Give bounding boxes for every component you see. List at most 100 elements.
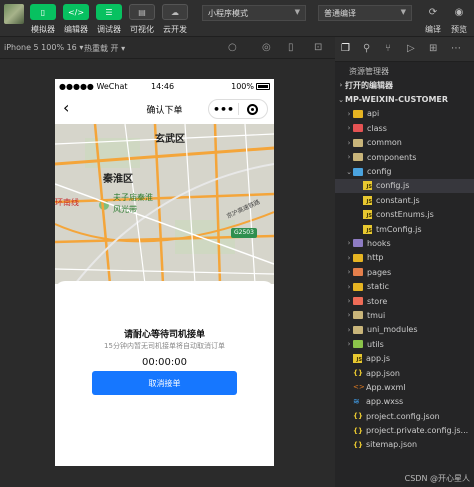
folder-icon xyxy=(353,297,363,306)
compile-select-value: 普通编译 xyxy=(324,9,356,18)
activity-bar: ❐ ⚲ ⑂ ▷ ⊞ ⋯ xyxy=(335,37,474,62)
xml-file-icon: <> xyxy=(353,383,365,392)
folder-icon xyxy=(353,124,363,133)
compile-select[interactable]: 普通编译 ▼ xyxy=(318,5,412,21)
tree-item-label: store xyxy=(367,296,388,306)
compile-button[interactable]: ⟳ 编译 xyxy=(424,4,442,35)
tree-item[interactable]: › class xyxy=(335,121,474,135)
tree-item[interactable]: {} sitemap.json xyxy=(335,438,474,452)
map-label-fuzimiao: 夫子庙秦淮 xyxy=(113,193,153,202)
phone-icon[interactable]: ▯ xyxy=(288,42,294,53)
tree-item-label: uni_modules xyxy=(367,325,418,335)
chevron-right-icon: › xyxy=(347,311,351,320)
tree-item[interactable]: › api xyxy=(335,107,474,121)
tree-item[interactable]: › static xyxy=(335,279,474,293)
close-capsule-button[interactable] xyxy=(239,103,267,115)
mini-program-capsule: ••• xyxy=(208,99,268,119)
tree-item-label: utils xyxy=(367,339,384,349)
stop-icon[interactable]: ◎ xyxy=(262,42,271,53)
tree-item[interactable]: ⌄ config xyxy=(335,164,474,178)
tree-item-label: app.js xyxy=(366,354,390,364)
tree-item[interactable]: JS app.js xyxy=(335,351,474,365)
tree-item-label: sitemap.json xyxy=(366,440,418,450)
simulator-label: 模拟器 xyxy=(31,25,55,34)
debugger-button[interactable]: ☰ 调试器 xyxy=(96,4,122,35)
chevron-down-icon: ▼ xyxy=(400,8,406,16)
visualize-button[interactable]: ▤ 可视化 xyxy=(129,4,155,35)
tree-item[interactable]: {} app.json xyxy=(335,366,474,380)
hot-reload-select[interactable]: 热重载 开 ▾ xyxy=(84,43,125,54)
tree-item[interactable]: <> App.wxml xyxy=(335,380,474,394)
target-icon xyxy=(247,103,259,115)
chevron-right-icon: › xyxy=(347,124,351,133)
countdown-timer: 00:00:00 xyxy=(142,357,187,368)
window-icon[interactable]: ⊡ xyxy=(314,42,322,53)
preview-button[interactable]: ◉ 预览 xyxy=(450,4,468,35)
chevron-right-icon: › xyxy=(347,282,351,291)
tree-item[interactable]: › tmui xyxy=(335,308,474,322)
eye-icon: ◉ xyxy=(454,6,464,18)
chevron-right-icon: › xyxy=(347,253,351,262)
tree-item[interactable]: {} project.private.config.js... xyxy=(335,423,474,437)
map-label-fengguang: 风光带 xyxy=(113,205,137,214)
project-section[interactable]: ⌄ MP-WEIXIN-CUSTOMER xyxy=(335,92,474,106)
layout-icon: ▤ xyxy=(129,4,155,20)
simulator-toolbar: iPhone 5 100% 16 ▾ 热重载 开 ▾ ○ ◎ ▯ ⊡ xyxy=(0,37,335,59)
folder-icon xyxy=(353,138,363,147)
folder-icon xyxy=(353,325,363,334)
files-icon[interactable]: ❐ xyxy=(341,43,350,54)
record-icon[interactable]: ○ xyxy=(228,42,237,53)
tree-item[interactable]: JS config.js xyxy=(335,178,474,194)
status-bar: ●●●●● WeChat 14:46 100% xyxy=(55,79,274,94)
tree-item-label: config xyxy=(367,167,392,177)
waiting-sheet: 请耐心等待司机接单 15分钟内暂无司机接单将自动取消订单 00:00:00 取消… xyxy=(55,281,274,466)
tree-item[interactable]: › hooks xyxy=(335,236,474,250)
js-file-icon: JS xyxy=(363,210,372,220)
source-control-icon[interactable]: ⑂ xyxy=(385,43,391,54)
avatar[interactable] xyxy=(4,4,24,24)
map[interactable]: 玄武区 秦淮区 夫子庙秦淮 风光带 环南线 京沪高速铁路 G2503 xyxy=(55,124,274,284)
debug-icon[interactable]: ▷ xyxy=(407,43,415,54)
tree-item[interactable]: › utils xyxy=(335,337,474,351)
js-file-icon: JS xyxy=(363,224,372,234)
cloud-dev-label: 云开发 xyxy=(163,25,187,34)
sheet-title: 请耐心等待司机接单 xyxy=(123,330,205,340)
tree-item[interactable]: › common xyxy=(335,136,474,150)
mode-select[interactable]: 小程序模式 ▼ xyxy=(202,5,306,21)
tree-item-label: common xyxy=(367,138,402,148)
tree-item[interactable]: › uni_modules xyxy=(335,323,474,337)
tree-item[interactable]: › http xyxy=(335,251,474,265)
tree-item[interactable]: › components xyxy=(335,150,474,164)
more-icon[interactable]: ••• xyxy=(209,104,238,115)
chevron-right-icon: › xyxy=(347,138,351,147)
cancel-order-button[interactable]: 取消接单 xyxy=(92,371,237,395)
search-icon[interactable]: ⚲ xyxy=(363,43,370,54)
json-file-icon: {} xyxy=(353,369,363,377)
editor-button[interactable]: </> 编辑器 xyxy=(63,4,89,35)
tree-item-label: project.private.config.js... xyxy=(366,426,469,436)
json-file-icon: {} xyxy=(353,412,363,421)
extensions-icon[interactable]: ⊞ xyxy=(429,43,437,54)
explorer-title: 资源管理器 xyxy=(349,67,389,76)
tree-item[interactable]: › pages xyxy=(335,265,474,279)
refresh-icon: ⟳ xyxy=(428,6,438,18)
phone-icon: ▯ xyxy=(30,4,56,20)
tree-item-label: hooks xyxy=(367,238,391,248)
cloud-dev-button[interactable]: ☁ 云开发 xyxy=(162,4,188,35)
open-editors-section[interactable]: › 打开的编辑器 xyxy=(335,78,474,92)
tree-item[interactable]: JS tmConfig.js xyxy=(335,222,474,236)
simulator-button[interactable]: ▯ 模拟器 xyxy=(30,4,56,35)
device-select[interactable]: iPhone 5 100% 16 ▾ xyxy=(4,43,83,52)
json-file-icon: {} xyxy=(353,426,363,435)
tree-item[interactable]: ≋ app.wxss xyxy=(335,395,474,409)
top-toolbar: ▯ 模拟器 </> 编辑器 ☰ 调试器 ▤ 可视化 ☁ 云开发 小程序模式 ▼ … xyxy=(0,0,474,37)
battery-level: 100% xyxy=(231,82,254,91)
more-icon[interactable]: ⋯ xyxy=(451,43,461,54)
tree-item-label: pages xyxy=(367,267,392,277)
tree-item-label: tmui xyxy=(367,310,386,320)
folder-icon xyxy=(353,253,363,262)
tree-item[interactable]: {} project.config.json xyxy=(335,409,474,423)
tree-item[interactable]: JS constant.js xyxy=(335,193,474,207)
tree-item[interactable]: › store xyxy=(335,294,474,308)
tree-item[interactable]: JS constEnums.js xyxy=(335,208,474,222)
